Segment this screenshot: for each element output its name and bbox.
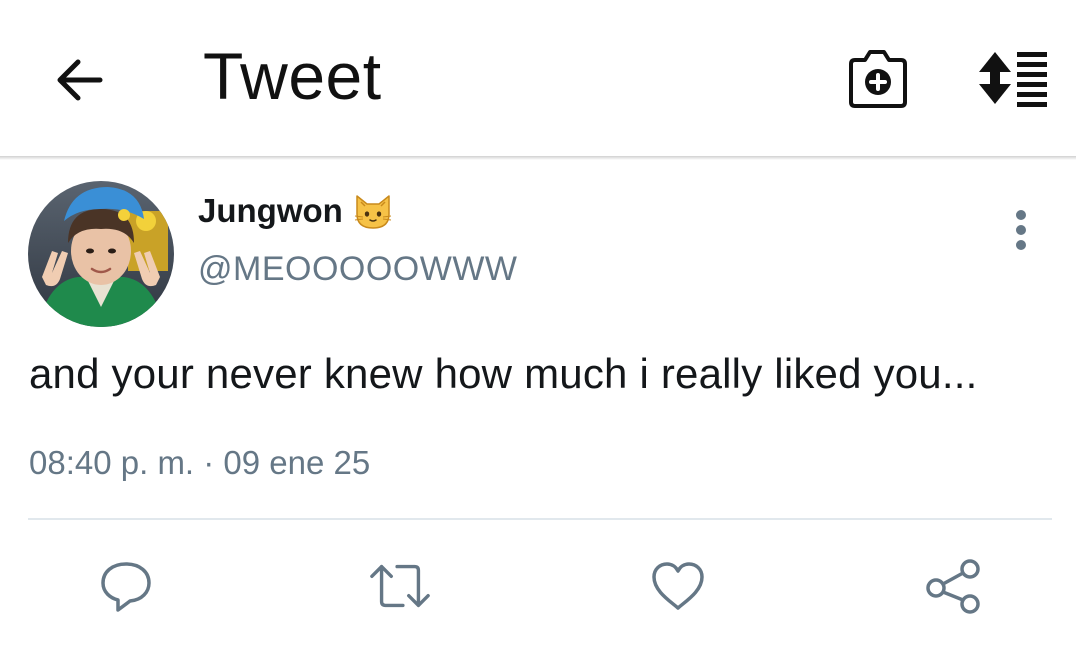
reply-bubble-icon [101,562,151,612]
arrow-left-icon [57,59,103,101]
camera-plus-icon [849,50,907,108]
top-bar-shadow [0,156,1076,160]
author-name[interactable]: Jungwon [198,192,343,230]
top-app-bar: Tweet [0,0,1076,156]
tweet-timestamp: 08:40 p. m. · 09 ene 25 [29,444,371,481]
back-button[interactable] [48,52,108,108]
share-icon [926,559,980,614]
author-name-row: Jungwon [198,192,393,230]
reply-button[interactable] [94,556,158,616]
camera-button[interactable] [845,46,909,110]
retweet-button[interactable] [368,556,432,616]
retweet-icon [370,564,430,608]
more-dot-icon [1016,225,1026,235]
share-button[interactable] [922,556,986,616]
sort-list-icon [979,52,1047,107]
page-title: Tweet [203,39,382,113]
divider [28,518,1052,520]
more-options-button[interactable] [1000,206,1042,254]
more-dot-icon [1016,210,1026,220]
cat-face-icon [354,195,391,229]
avatar[interactable] [28,181,174,327]
sort-button[interactable] [975,48,1051,108]
more-dot-icon [1016,240,1026,250]
heart-icon [652,562,704,610]
author-handle[interactable]: @MEOOOOOWWW [198,250,518,289]
like-button[interactable] [646,556,710,616]
tweet-text: and your never knew how much i really li… [29,350,978,397]
